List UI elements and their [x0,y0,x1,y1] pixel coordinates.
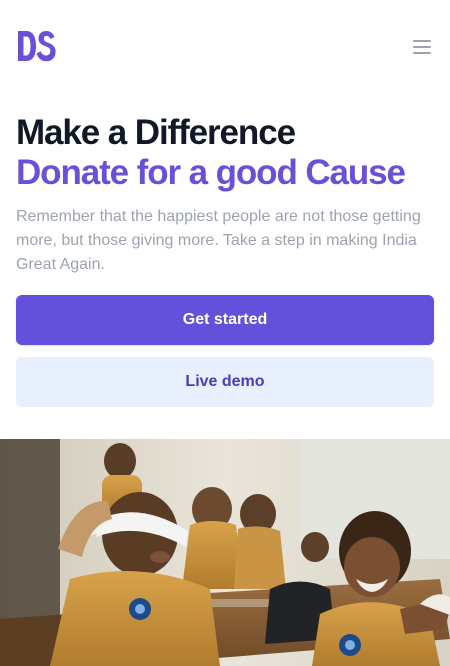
get-started-button[interactable]: Get started [16,295,434,345]
hero-description: Remember that the happiest people are no… [16,208,421,273]
menu-bar-middle [413,46,431,48]
hero-section: Make a Difference Donate for a good Caus… [16,113,436,277]
hero-headline: Make a Difference Donate for a good Caus… [16,113,436,193]
live-demo-button[interactable]: Live demo [16,357,434,407]
hero-title-line-1: Make a Difference [16,113,296,152]
hamburger-menu-icon[interactable] [407,32,437,62]
hero-title-line-2: Donate for a good Cause [16,153,406,192]
hero-photo-children-classroom [0,439,450,666]
top-navigation-bar [0,0,450,92]
ds-logo-icon[interactable] [16,29,58,63]
menu-bar-bottom [413,52,431,54]
menu-bar-top [413,40,431,42]
landing-page: Make a Difference Donate for a good Caus… [0,0,450,666]
